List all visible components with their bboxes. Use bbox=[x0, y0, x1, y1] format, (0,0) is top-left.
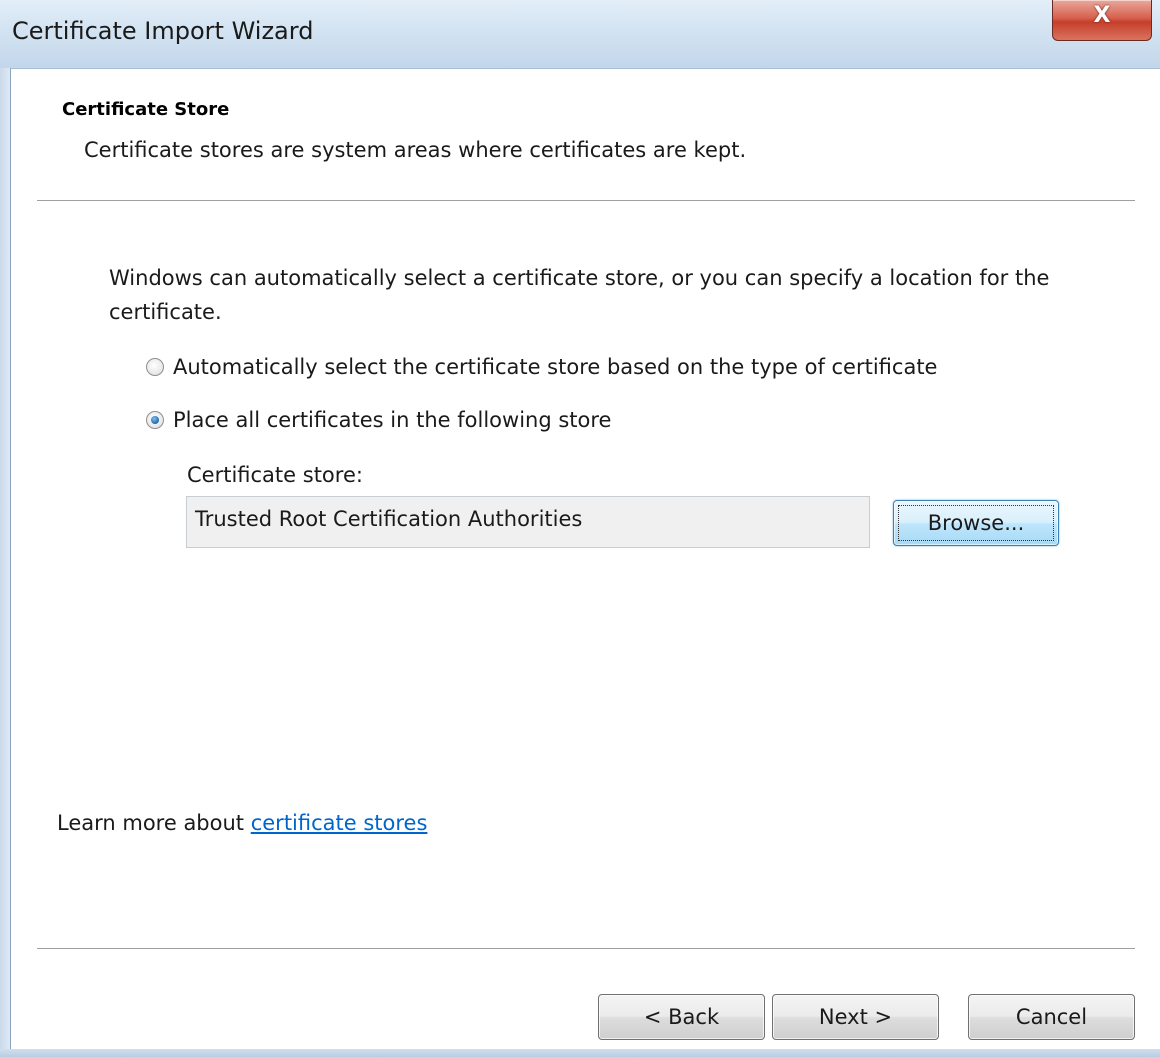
auto-select-label[interactable]: Automatically select the certificate sto… bbox=[173, 352, 937, 382]
page-description: Certificate stores are system areas wher… bbox=[84, 138, 747, 162]
wizard-page: Certificate Store Certificate stores are… bbox=[11, 69, 1160, 1057]
window-frame-bottom bbox=[0, 1049, 1160, 1057]
certificate-store-value: Trusted Root Certification Authorities bbox=[195, 507, 583, 531]
window-title: Certificate Import Wizard bbox=[12, 17, 314, 45]
auto-select-radio[interactable] bbox=[146, 358, 164, 376]
next-button[interactable]: Next > bbox=[772, 994, 939, 1040]
learn-more-prefix: Learn more about bbox=[57, 811, 251, 835]
learn-more-text: Learn more about certificate stores bbox=[57, 811, 427, 835]
certificate-stores-link[interactable]: certificate stores bbox=[251, 811, 428, 835]
place-in-store-radio[interactable] bbox=[146, 411, 164, 429]
browse-button[interactable]: Browse... bbox=[893, 500, 1059, 546]
back-button[interactable]: < Back bbox=[598, 994, 765, 1040]
footer-divider bbox=[37, 948, 1135, 950]
certificate-store-label: Certificate store: bbox=[187, 463, 363, 487]
title-bar[interactable]: Certificate Import Wizard X bbox=[0, 0, 1160, 69]
place-in-store-label[interactable]: Place all certificates in the following … bbox=[173, 405, 611, 435]
cancel-button[interactable]: Cancel bbox=[968, 994, 1135, 1040]
header-divider bbox=[37, 200, 1135, 202]
browse-button-label: Browse... bbox=[927, 511, 1025, 535]
intro-text: Windows can automatically select a certi… bbox=[109, 266, 1050, 324]
close-button[interactable]: X bbox=[1052, 0, 1152, 41]
certificate-import-wizard-window: Certificate Import Wizard X Certificate … bbox=[0, 0, 1160, 1057]
certificate-store-field: Trusted Root Certification Authorities bbox=[186, 496, 870, 548]
close-icon: X bbox=[1093, 3, 1111, 28]
page-title: Certificate Store bbox=[62, 99, 230, 120]
window-frame-left bbox=[0, 68, 11, 1057]
